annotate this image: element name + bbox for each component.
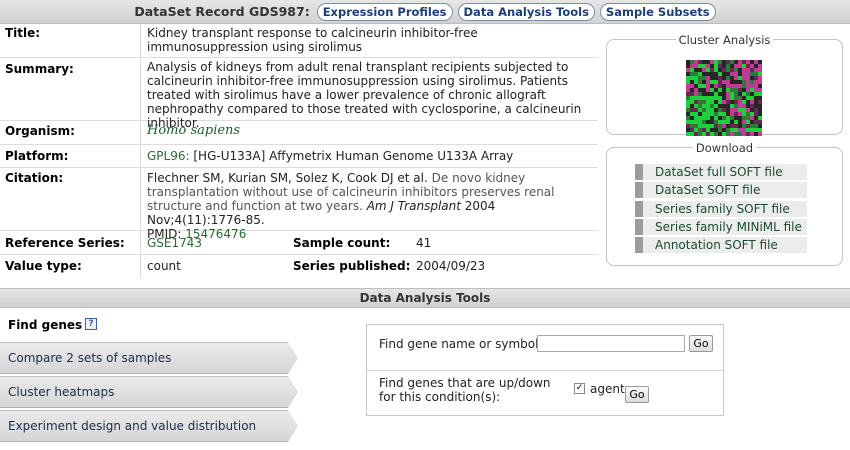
sample-subsets-link[interactable]: Sample Subsets [599,2,716,21]
go-button-updown[interactable]: Go [625,386,649,403]
platform-description: [HG-U133A] Affymetrix Human Genome U133A… [193,149,514,163]
refseries-row: Reference Series: GSE1743 Sample count: … [0,231,598,255]
find-gene-name-label: Find gene name or symbol: [379,337,543,351]
cluster-analysis-title: Cluster Analysis [675,33,774,47]
valuetype-label: Value type: [5,259,82,273]
tab-experiment-design[interactable]: Experiment design and value distribution [0,410,298,442]
samplecount-value: 41 [416,236,432,250]
download-box: Download DataSet full SOFT file DataSet … [606,141,843,266]
valuetype-value: count [147,259,181,273]
summary-label: Summary: [5,62,74,76]
samplecount-label: Sample count: [293,236,391,250]
title-label: Title: [5,26,41,40]
gene-name-input[interactable] [537,335,685,352]
dataset-record-title: DataSet Record GDS987: [134,4,310,19]
updown-label-line1: Find genes that are up/down [379,376,551,390]
platform-id-link[interactable]: GPL96: [147,149,190,163]
organism-label: Organism: [5,124,75,138]
published-label: Series published: [293,259,411,273]
citation-authors: Flechner SM, Kurian SM, Solez K, Cook DJ… [147,171,428,185]
help-icon[interactable]: ? [85,318,97,330]
agent-checkbox-label: agent [590,382,625,396]
download-title: Download [692,141,757,155]
title-value: Kidney transplant response to calcineuri… [147,26,478,54]
data-analysis-tools-link[interactable]: Data Analysis Tools [457,2,595,21]
organism-link[interactable]: Homo sapiens [147,124,240,138]
expression-profiles-link[interactable]: Expression Profiles [316,2,453,21]
updown-label-line2: for this condition(s): [379,390,501,404]
series-family-soft-link[interactable]: Series family SOFT file [635,201,807,217]
citation-label: Citation: [5,171,64,185]
platform-value: GPL96: [HG-U133A] Affymetrix Human Genom… [147,149,587,163]
cluster-analysis-box: Cluster Analysis [606,33,843,136]
published-value: 2004/09/23 [416,259,486,273]
summary-value: Analysis of kidneys from adult renal tra… [147,60,582,130]
agent-checkbox[interactable]: ✓ [574,383,585,394]
title-row: Title: Kidney transplant response to cal… [0,24,598,58]
summary-row: Summary: Analysis of kidneys from adult … [0,58,598,130]
dataset-full-soft-link[interactable]: DataSet full SOFT file [635,164,807,180]
valuetype-row: Value type: count Series published: 2004… [0,255,598,278]
refseries-label: Reference Series: [5,236,125,250]
series-family-miniml-link[interactable]: Series family MINiML file [635,219,807,235]
annotation-soft-link[interactable]: Annotation SOFT file [635,237,807,253]
platform-row: Platform: GPL96: [HG-U133A] Affymetrix H… [0,145,598,168]
dataset-header: DataSet Record GDS987: Expression Profil… [0,0,850,24]
citation-row: Citation: Flechner SM, Kurian SM, Solez … [0,168,598,241]
go-button-name[interactable]: Go [689,335,713,352]
organism-row: Organism: Homo sapiens [0,121,598,145]
find-genes-panel: Find gene name or symbol: Go Find genes … [366,324,724,416]
citation-journal: Am J Transplant [366,199,461,213]
dataset-soft-link[interactable]: DataSet SOFT file [635,182,807,198]
refseries-link[interactable]: GSE1743 [147,236,202,250]
data-analysis-tools-header: Data Analysis Tools [0,288,850,308]
tab-cluster-heatmaps[interactable]: Cluster heatmaps [0,376,298,408]
cluster-heatmap-thumbnail[interactable] [686,60,762,136]
tab-compare-samples[interactable]: Compare 2 sets of samples [0,342,298,374]
find-genes-heading: Find genes [8,318,83,332]
platform-label: Platform: [5,149,69,163]
